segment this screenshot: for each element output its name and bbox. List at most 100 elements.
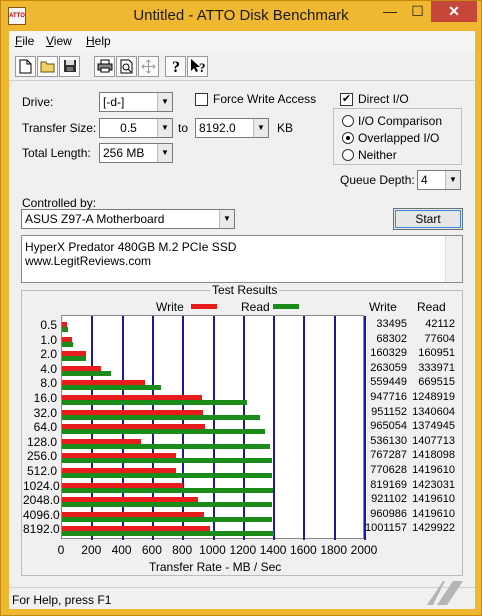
transfer-size-row-label: 4096.0	[23, 507, 60, 522]
context-help-icon[interactable]: ?	[187, 56, 208, 77]
transfer-size-row-label: 1.0	[40, 332, 57, 347]
queue-depth-select[interactable]: 4 ▼	[417, 170, 461, 190]
read-bar	[62, 473, 273, 478]
read-bar	[62, 327, 69, 332]
neither-radio[interactable]	[342, 149, 354, 161]
menu-help[interactable]: Help	[86, 34, 111, 48]
force-write-checkbox[interactable]	[195, 93, 208, 106]
read-value: 42112	[425, 318, 455, 330]
description-line-2: www.LegitReviews.com	[25, 254, 152, 268]
maximize-button[interactable]: ☐	[404, 1, 431, 22]
write-value: 160329	[370, 347, 407, 360]
grid-line	[303, 316, 306, 540]
controlled-by-value: ASUS Z97-A Motherboard	[25, 212, 165, 226]
total-length-select[interactable]: 256 MB ▼	[99, 143, 173, 163]
transfer-size-row-label: 16.0	[33, 391, 57, 405]
svg-text:?: ?	[199, 60, 206, 74]
write-value: 921102	[371, 493, 407, 506]
total-length-label: Total Length:	[22, 146, 91, 160]
start-button-label: Start	[395, 210, 461, 228]
drive-value: [-d-]	[103, 95, 125, 109]
grid-line	[333, 316, 336, 540]
x-tick-label: 2000	[350, 543, 378, 557]
read-value: 1419610	[412, 464, 455, 476]
read-bar	[62, 414, 261, 420]
status-text: For Help, press F1	[12, 593, 112, 607]
read-bar	[62, 443, 271, 449]
read-bar	[62, 356, 86, 362]
new-icon[interactable]	[15, 56, 36, 77]
total-length-value: 256 MB	[103, 146, 145, 160]
write-value: 951152	[371, 405, 407, 418]
read-bar	[62, 429, 266, 435]
read-bar	[62, 531, 274, 537]
read-bar	[62, 502, 273, 508]
close-button[interactable]: ✕	[431, 1, 477, 22]
menu-view[interactable]: View	[46, 34, 72, 48]
write-value: 33495	[376, 318, 407, 330]
print-icon[interactable]	[94, 56, 115, 77]
io-comparison-radio[interactable]	[342, 115, 354, 127]
description-textarea[interactable]: HyperX Predator 480GB M.2 PCIe SSD www.L…	[21, 235, 463, 283]
open-icon[interactable]	[37, 56, 58, 77]
io-comparison-label: I/O Comparison	[358, 114, 443, 128]
drive-select[interactable]: [-d-] ▼	[99, 92, 173, 112]
minimize-button[interactable]: —	[376, 1, 404, 22]
controlled-by-select[interactable]: ASUS Z97-A Motherboard ▼	[21, 209, 235, 229]
print-preview-icon[interactable]	[116, 56, 137, 77]
write-value: 559449	[370, 376, 407, 389]
start-button[interactable]: Start	[393, 208, 463, 230]
transfer-to-value: 8192.0	[199, 121, 236, 135]
transfer-size-row-label: 512.0	[26, 464, 57, 478]
transfer-from-value: 0.5	[120, 121, 137, 135]
overlapped-io-radio[interactable]	[342, 132, 354, 144]
kb-label: KB	[277, 121, 294, 135]
x-axis-label: Transfer Rate - MB / Sec	[149, 560, 282, 574]
move-icon[interactable]	[138, 56, 159, 77]
chevron-down-icon: ▼	[157, 119, 172, 137]
force-write-label: Force Write Access	[213, 92, 317, 106]
transfer-from-select[interactable]: 0.5 ▼	[99, 118, 173, 138]
read-value: 1418098	[412, 449, 455, 462]
neither-label: Neither	[358, 148, 397, 162]
queue-depth-value: 4	[421, 173, 428, 187]
direct-io-checkbox[interactable]: ✔	[340, 93, 353, 106]
title-bar[interactable]: ATTO Untitled - ATTO Disk Benchmark — ☐ …	[1, 1, 481, 31]
read-value: 1407713	[412, 434, 455, 447]
write-value: 947716	[370, 391, 407, 403]
transfer-size-row-label: 4.0	[40, 361, 57, 376]
save-icon[interactable]	[59, 56, 80, 77]
status-bar: For Help, press F1	[9, 587, 475, 609]
read-value: 669515	[418, 376, 455, 389]
read-value: 1419610	[412, 507, 455, 520]
write-value: 68302	[376, 332, 407, 345]
description-scrollbar[interactable]	[445, 236, 462, 282]
read-bar	[62, 370, 112, 376]
chevron-down-icon: ▼	[219, 210, 234, 228]
svg-text:?: ?	[172, 59, 180, 74]
help-icon[interactable]: ?	[165, 56, 186, 77]
menu-file[interactable]: File	[15, 34, 34, 48]
overlapped-io-label: Overlapped I/O	[358, 131, 440, 145]
grid-line	[273, 316, 276, 540]
transfer-to-select[interactable]: 8192.0 ▼	[195, 118, 269, 138]
drive-label: Drive:	[22, 95, 54, 109]
read-bar	[62, 487, 273, 493]
read-value: 77604	[424, 332, 455, 345]
chevron-down-icon: ▼	[253, 119, 268, 137]
transfer-size-row-label: 1024.0	[23, 478, 60, 493]
read-bar	[62, 400, 247, 405]
write-legend-swatch	[191, 304, 217, 309]
direct-io-label: Direct I/O	[358, 92, 409, 106]
write-value: 960986	[370, 507, 407, 520]
transfer-size-row-label: 128.0	[26, 434, 57, 449]
menu-bar: File View Help	[9, 31, 475, 51]
write-column-header: Write	[369, 300, 397, 314]
write-value: 1001157	[364, 522, 407, 535]
read-legend-swatch	[273, 304, 299, 309]
test-results-title: Test Results	[210, 283, 280, 297]
transfer-size-row-label: 32.0	[33, 405, 57, 420]
transfer-size-row-label: 8192.0	[23, 522, 60, 537]
chevron-down-icon: ▼	[445, 171, 460, 189]
read-value: 333971	[418, 361, 455, 374]
